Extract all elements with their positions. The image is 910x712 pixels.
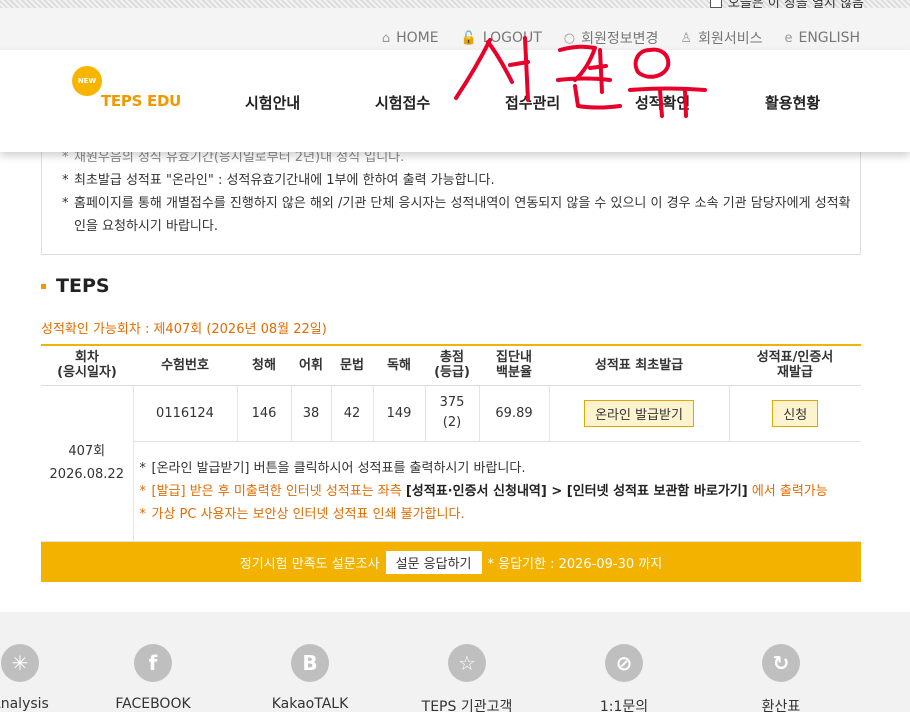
note-archive-text-a: [발급] 받은 후 미출력한 인터넷 성적표는 좌측 (151, 483, 406, 499)
exam-date: 2026.08.22 (49, 467, 124, 482)
col-first-issue: 성적표 최초발급 (549, 344, 729, 386)
kakaotalk-icon: B (291, 644, 329, 682)
reissue-apply-button[interactable]: 신청 (772, 399, 819, 427)
info-notice-box: 재원우음의 정식 유효기간(응시일로부터 2년)내 정식 입니다. 최초발급 성… (41, 140, 861, 255)
star-icon: ☆ (448, 644, 486, 682)
nav-score-check[interactable]: 성적확인 (635, 92, 690, 113)
total-score: 375 (439, 395, 465, 410)
exam-no-cell: 0116124 (132, 384, 238, 442)
col-grammar: 문법 (331, 344, 373, 386)
footer-institution-label: TEPS 기관고객 (421, 699, 513, 712)
col-percentile: 집단내 백분율 (479, 344, 549, 386)
footer-analysis-label: Analysis (0, 696, 49, 712)
percentile-cell: 69.89 (478, 384, 550, 442)
col-total-label: 총점 (등급) (434, 350, 470, 381)
table-row: 407회 2026.08.22 0116124 146 38 42 149 37… (41, 384, 861, 542)
facebook-icon: f (134, 644, 172, 682)
user-icon: ♙ (680, 30, 693, 46)
footer-kakaotalk-link[interactable]: B KakaoTALK (240, 644, 380, 712)
refresh-icon: ↻ (762, 644, 800, 682)
note-online-issue: [온라인 발급받기] 버튼을 클릭하시어 성적표를 출력하시기 바랍니다. (140, 457, 862, 480)
nav-registration-management[interactable]: 접수관리 (505, 92, 560, 113)
round-cell: 407회 2026.08.22 (41, 384, 134, 542)
available-round: 성적확인 가능회차 : 제407회 (2026년 08월 22일) (41, 322, 327, 337)
nav-usage-status[interactable]: 활용현황 (765, 92, 820, 113)
reissue-cell: 신청 (728, 384, 861, 442)
note-virtual-pc: 가상 PC 사용자는 보안상 인터넷 성적표 인쇄 불가합니다. (140, 503, 862, 526)
home-icon: ⌂ (381, 30, 391, 46)
info-line-first-issue: 최초발급 성적표 "온라인" : 성적유효기간내에 1부에 한하여 출력 가능합… (62, 169, 860, 192)
section-title: TEPS (41, 275, 110, 297)
footer-institution-link[interactable]: ☆ TEPS 기관고객 (397, 644, 537, 712)
language-icon: e (784, 30, 793, 46)
reading-cell: 149 (372, 384, 426, 442)
footer-conversion-label: 환산표 (761, 699, 801, 712)
col-reissue: 성적표/인증서 재발급 (729, 344, 861, 386)
nav-exam-registration[interactable]: 시험접수 (375, 92, 430, 113)
note-archive-text-c: 에서 출력가능 (747, 483, 828, 499)
checkbox-icon[interactable] (709, 0, 722, 8)
util-home-link[interactable]: ⌂ HOME (382, 28, 439, 48)
footer-quicklinks: ✳ Analysis f FACEBOOK B KakaoTALK ☆ TEPS 기관고… (0, 612, 910, 712)
col-total: 총점 (등급) (425, 344, 479, 386)
square-bullet-icon (41, 283, 46, 289)
util-english-label: ENGLISH (798, 30, 860, 46)
survey-deadline: * 응답기한 : 2026-09-30 까지 (487, 556, 663, 572)
online-issue-button[interactable]: 온라인 발급받기 (584, 399, 694, 427)
section-title-text: TEPS (56, 275, 110, 297)
col-reissue-label: 성적표/인증서 재발급 (756, 350, 834, 381)
col-round: 회차 (응시일자) (41, 344, 133, 386)
util-profile-label: 회원정보변경 (581, 31, 659, 47)
survey-bar: 정기시험 만족도 설문조사 설문 응답하기 * 응답기한 : 2026-09-3… (41, 542, 861, 582)
note-archive-link[interactable]: [성적표·인증서 신청내역] > [인터넷 성적표 보관함 바로가기] (406, 484, 748, 499)
round-number: 407회 (68, 444, 106, 459)
util-profile-link[interactable]: ○ 회원정보변경 (564, 28, 659, 48)
vocab-cell: 38 (290, 384, 332, 442)
survey-answer-button[interactable]: 설문 응답하기 (385, 550, 482, 574)
footer-analysis-link[interactable]: ✳ Analysis (0, 644, 90, 712)
util-home-label: HOME (396, 30, 439, 46)
nav-exam-info[interactable]: 시험안내 (245, 92, 300, 113)
note-archive: [발급] 받은 후 미출력한 인터넷 성적표는 좌측 [성적표·인증서 신청내역… (140, 480, 862, 503)
col-vocab: 어휘 (291, 344, 331, 386)
total-grade: (2) (442, 415, 462, 430)
inquiry-icon: ⊘ (605, 644, 643, 682)
grammar-cell: 42 (330, 384, 374, 442)
col-round-label: 회차 (응시일자) (57, 350, 117, 381)
analysis-icon: ✳ (1, 644, 39, 682)
col-reading: 독해 (373, 344, 425, 386)
main-header: NEW TEPS EDU 시험안내 시험접수 접수관리 성적확인 활용현황 (0, 50, 910, 152)
lock-icon: 🔓 (460, 30, 477, 46)
survey-label: 정기시험 만족도 설문조사 (239, 556, 380, 572)
util-english-link[interactable]: e ENGLISH (784, 28, 860, 48)
col-listening: 청해 (237, 344, 291, 386)
footer-inquiry-link[interactable]: ⊘ 1:1문의 (554, 644, 694, 712)
util-member-service-label: 회원서비스 (698, 31, 763, 47)
footer-facebook-link[interactable]: f FACEBOOK (83, 644, 223, 712)
footer-facebook-label: FACEBOOK (115, 696, 191, 712)
search-icon: ○ (563, 30, 576, 46)
first-issue-cell: 온라인 발급받기 (548, 384, 730, 442)
utility-nav: ⌂ HOME 🔓 LOGOUT ○ 회원정보변경 ♙ 회원서비스 e ENGLISH (382, 28, 860, 48)
col-exam-no: 수험번호 (133, 344, 237, 386)
new-badge: NEW (72, 66, 102, 96)
footer-conversion-link[interactable]: ↻ 환산표 (711, 644, 851, 712)
utility-bar: ⌂ HOME 🔓 LOGOUT ○ 회원정보변경 ♙ 회원서비스 e ENGLISH (0, 8, 910, 50)
util-logout-link[interactable]: 🔓 LOGOUT (461, 28, 542, 48)
score-table: 회차 (응시일자) 수험번호 청해 어휘 문법 독해 총점 (등급) 집단내 백… (41, 344, 861, 542)
total-cell: 375 (2) (424, 384, 480, 442)
footer-inquiry-label: 1:1문의 (599, 699, 649, 712)
notes-cell: [온라인 발급받기] 버튼을 클릭하시어 성적표를 출력하시기 바랍니다. [발… (133, 440, 862, 542)
table-header-row: 회차 (응시일자) 수험번호 청해 어휘 문법 독해 총점 (등급) 집단내 백… (41, 344, 861, 386)
table-notes-row: [온라인 발급받기] 버튼을 클릭하시어 성적표를 출력하시기 바랍니다. [발… (41, 440, 862, 542)
listening-cell: 146 (236, 384, 292, 442)
util-member-service-link[interactable]: ♙ 회원서비스 (680, 28, 762, 48)
footer-kakaotalk-label: KakaoTALK (271, 696, 349, 712)
logo-text: TEPS EDU (101, 92, 181, 110)
info-line-overseas: 홈페이지를 통해 개별접수를 진행하지 않은 해외 /기관 단체 응시자는 성적… (62, 192, 860, 238)
util-logout-label: LOGOUT (482, 30, 542, 46)
col-percentile-label: 집단내 백분율 (496, 350, 532, 381)
